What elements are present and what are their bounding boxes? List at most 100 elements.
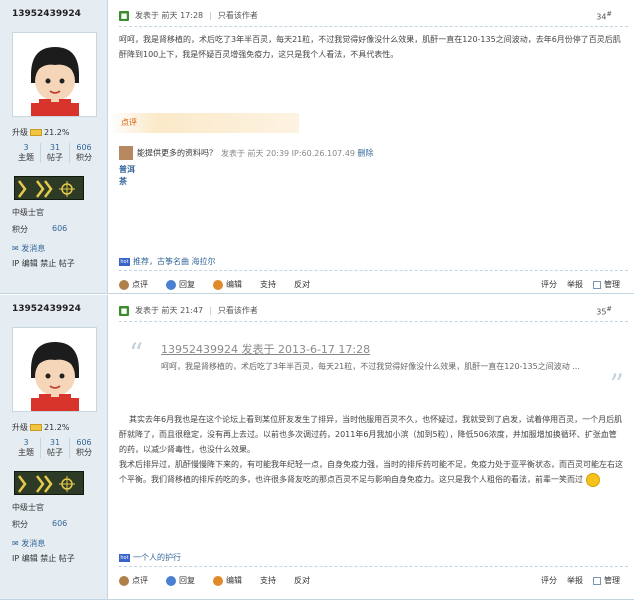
post-meta: ■ 发表于 前天 17:28 | 只看该作者	[119, 10, 258, 21]
only-author-link[interactable]: 只看该作者	[218, 10, 258, 21]
send-message-label: 发消息	[21, 539, 46, 548]
stat-points[interactable]: 606 积分	[70, 143, 98, 163]
oppose-button-label: 反对	[294, 280, 310, 289]
comment-delete-link[interactable]: 删除	[358, 149, 374, 158]
author-name[interactable]: 13952439924	[12, 9, 81, 19]
avatar[interactable]	[12, 32, 97, 117]
edit-button[interactable]: 编辑	[213, 279, 242, 290]
stat-num: 3	[23, 438, 29, 447]
manage-label: 管理	[604, 280, 620, 289]
stat-posts[interactable]: 31 帖子	[41, 438, 70, 458]
points-row: 积分 606	[12, 224, 72, 235]
review-button[interactable]: 点评	[119, 575, 148, 586]
stat-num: 606	[76, 143, 92, 152]
level-label: 升级	[12, 423, 28, 432]
commenter-name-line1[interactable]: 普洱	[119, 164, 135, 175]
review-button[interactable]: 点评	[119, 279, 148, 290]
oppose-button[interactable]: 反对	[294, 279, 310, 290]
stat-posts[interactable]: 31 帖子	[41, 143, 70, 163]
floor-number[interactable]: 35#	[596, 305, 612, 317]
reply-button[interactable]: 回复	[166, 279, 195, 290]
only-author-link[interactable]: 只看该作者	[218, 305, 258, 316]
level-bar	[30, 129, 42, 136]
recommend-link[interactable]: hot 推荐，古筝名曲 海拉尔	[119, 256, 216, 267]
level-label: 升级	[12, 128, 28, 137]
stat-num: 31	[49, 143, 61, 152]
stat-num: 3	[23, 143, 29, 152]
review-button-label: 点评	[132, 280, 148, 289]
points-value: 606	[52, 224, 68, 233]
comment-item: 能提供更多的资料吗？ 发表于 前天 20:39 IP:60.26.107.49 删…	[119, 146, 374, 160]
rate-button[interactable]: 评分	[541, 279, 557, 290]
report-button[interactable]: 举报	[567, 279, 583, 290]
oppose-button-label: 反对	[294, 576, 310, 585]
reply-button[interactable]: 回复	[166, 575, 195, 586]
reply-icon	[166, 575, 176, 586]
stat-threads[interactable]: 3 主题	[12, 438, 41, 458]
divider	[119, 270, 628, 271]
level-pct: 21.2%	[44, 128, 70, 137]
divider	[119, 566, 628, 567]
post-main: ■ 发表于 前天 17:28 | 只看该作者 34# 呵呵，我是肾移植的，术后吃…	[109, 0, 634, 293]
floor-num: 34	[596, 12, 607, 22]
post-1: 13952439924 升级 21.2% 3 主题 31 帖子 606 积分 中…	[0, 0, 634, 294]
commenter-avatar[interactable]	[119, 146, 133, 160]
send-message-link[interactable]: ✉ 发消息	[12, 243, 45, 254]
online-icon: ■	[119, 10, 129, 21]
post-time: 发表于 前天 21:47	[135, 306, 204, 315]
review-button-label: 点评	[132, 576, 148, 585]
user-stats: 3 主题 31 帖子 606 积分	[12, 438, 98, 458]
send-message-link[interactable]: ✉ 发消息	[12, 538, 45, 549]
post-main: ■ 发表于 前天 21:47 | 只看该作者 35# “ 13952439924…	[109, 295, 634, 599]
edit-button-label: 编辑	[226, 576, 242, 585]
recommend-link[interactable]: hot 一个人的护行	[119, 552, 181, 563]
admin-links[interactable]: IP 编辑 禁止 帖子	[12, 258, 75, 269]
rank-title: 中级士官	[12, 503, 44, 512]
stat-label: 积分	[76, 153, 92, 162]
edit-button[interactable]: 编辑	[213, 575, 242, 586]
manage-checkbox[interactable]: 管理	[593, 575, 620, 586]
user-stats: 3 主题 31 帖子 606 积分	[12, 143, 98, 163]
stat-threads[interactable]: 3 主题	[12, 143, 41, 163]
post-right-actions: 评分 举报 管理	[541, 279, 620, 290]
support-button-label: 支持	[260, 576, 276, 585]
send-message-label: 发消息	[21, 244, 46, 253]
points-label: 积分	[12, 225, 28, 234]
manage-label: 管理	[604, 576, 620, 585]
hot-icon: hot	[119, 257, 130, 266]
avatar[interactable]	[12, 327, 97, 412]
admin-links[interactable]: IP 编辑 禁止 帖子	[12, 553, 75, 564]
post-2: 13952439924 升级 21.2% 3 主题 31 帖子 606 积分 中…	[0, 295, 634, 600]
level-pct: 21.2%	[44, 423, 70, 432]
floor-suffix: #	[606, 10, 612, 18]
oppose-button[interactable]: 反对	[294, 575, 310, 586]
rank-badge	[14, 176, 84, 200]
hot-icon: hot	[119, 553, 130, 562]
floor-suffix: #	[606, 305, 612, 313]
support-button[interactable]: 支持	[260, 575, 276, 586]
level: 升级 21.2%	[12, 422, 69, 433]
edit-icon	[213, 279, 223, 290]
author-name[interactable]: 13952439924	[12, 304, 81, 314]
points-label: 积分	[12, 520, 28, 529]
manage-checkbox[interactable]: 管理	[593, 279, 620, 290]
post-content-text: 其实去年6月我也是在这个论坛上看到某位肝友发生了排异，当时他服用百灵不久，也怀疑…	[119, 415, 623, 484]
review-label: 点评	[121, 118, 137, 127]
floor-number[interactable]: 34#	[596, 10, 612, 22]
support-button[interactable]: 支持	[260, 279, 276, 290]
commenter-name-line2[interactable]: 茶	[119, 176, 127, 187]
quote-close-icon: ”	[609, 368, 624, 401]
report-button[interactable]: 举报	[567, 575, 583, 586]
stat-points[interactable]: 606 积分	[70, 438, 98, 458]
rate-button[interactable]: 评分	[541, 575, 557, 586]
comment-meta: 发表于 前天 20:39 IP:60.26.107.49	[221, 148, 355, 158]
rank-title: 中级士官	[12, 208, 44, 217]
quote-header[interactable]: 13952439924 发表于 2013-6-17 17:28	[161, 341, 370, 357]
reply-button-label: 回复	[179, 280, 195, 289]
post-content: 其实去年6月我也是在这个论坛上看到某位肝友发生了排异，当时他服用百灵不久，也怀疑…	[119, 412, 624, 487]
post-time: 发表于 前天 17:28	[135, 11, 204, 20]
rank-badge	[14, 471, 84, 495]
edit-button-label: 编辑	[226, 280, 242, 289]
review-header: 点评	[109, 113, 299, 133]
online-icon: ■	[119, 305, 129, 316]
